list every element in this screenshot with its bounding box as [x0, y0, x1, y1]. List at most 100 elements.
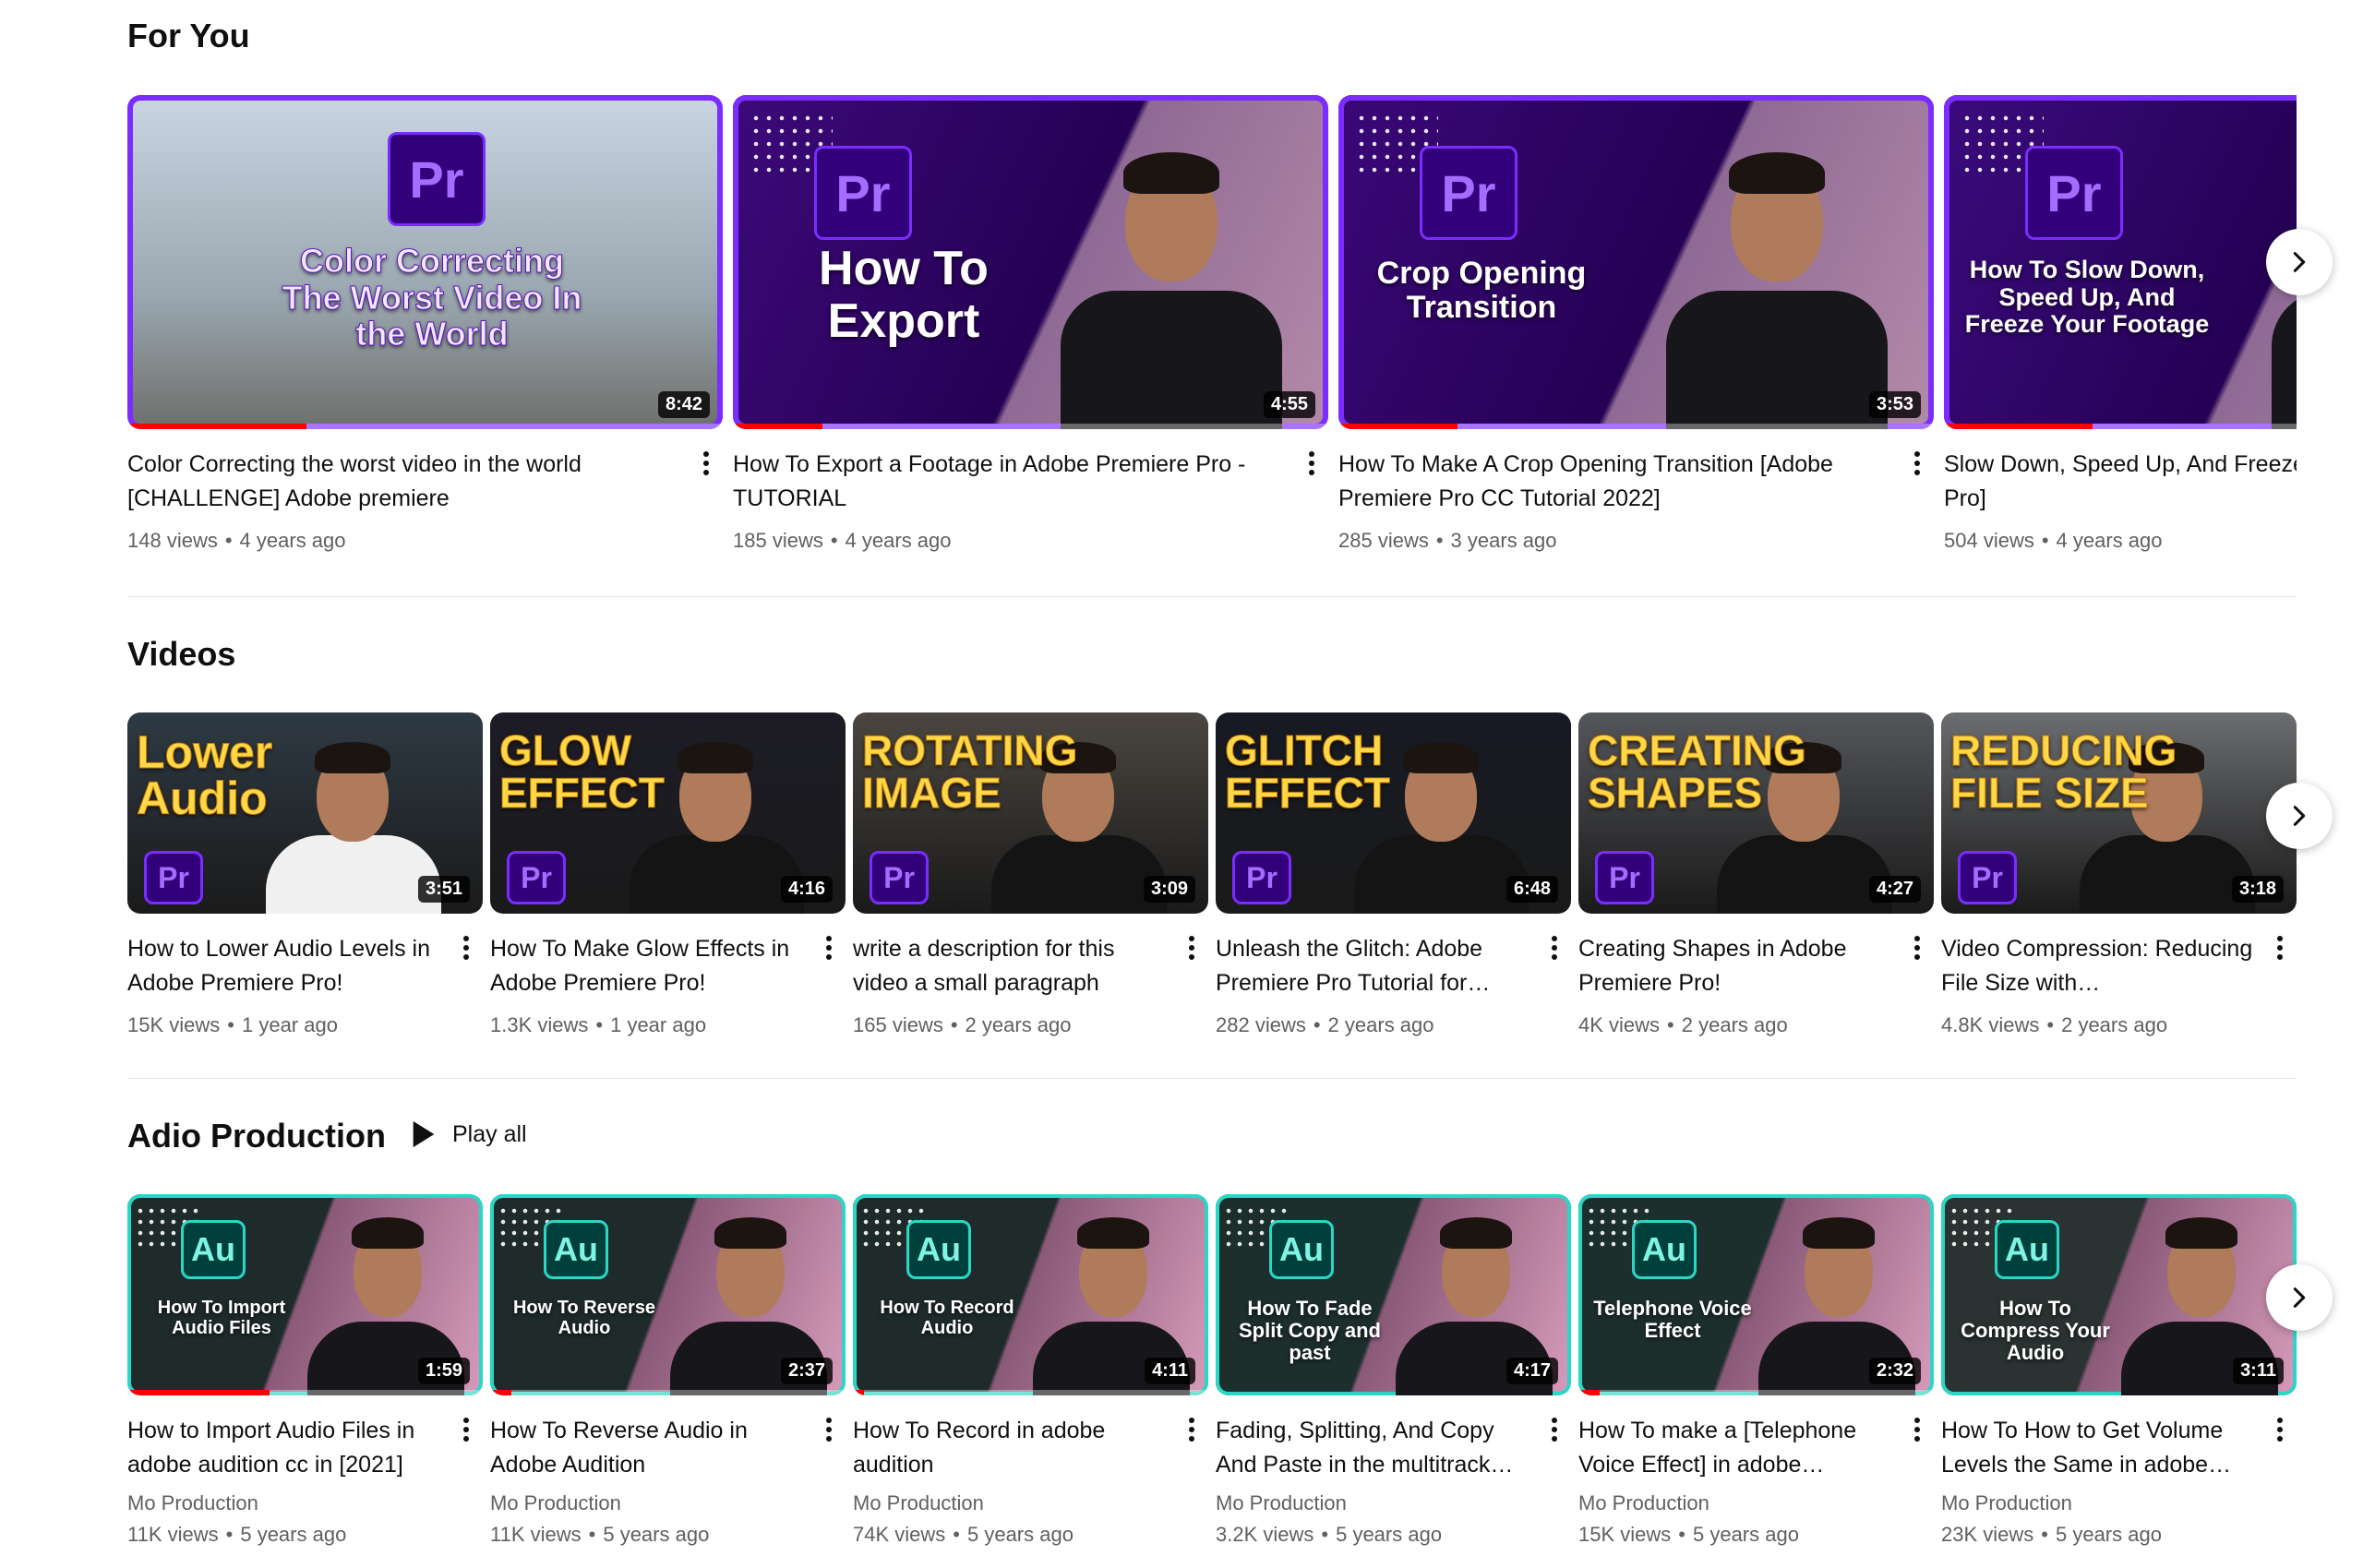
upload-age: 5 years ago	[1336, 1523, 1443, 1546]
video-thumbnail[interactable]: Au How To Import Audio Files 1:59	[127, 1194, 483, 1395]
video-card[interactable]: Au How To Record Audio 4:11 How To Record i…	[853, 1194, 1208, 1568]
upload-age: 5 years ago	[603, 1523, 710, 1546]
video-card[interactable]: Au How To Fade Split Copy and past 4:17 Fad…	[1216, 1194, 1571, 1568]
video-thumbnail[interactable]: GLITCH EFFECT Pr 6:48	[1216, 712, 1571, 914]
video-card[interactable]: GLITCH EFFECT Pr 6:48 Unleash the Glitch: A…	[1216, 712, 1571, 1082]
video-card[interactable]: Au How To Import Audio Files 1:59 How to Im…	[127, 1194, 483, 1568]
video-title[interactable]: How To Reverse Audio in Adobe Audition	[490, 1414, 809, 1482]
video-thumbnail[interactable]: Au How To Fade Split Copy and past 4:17	[1216, 1194, 1571, 1395]
video-thumbnail[interactable]: GLOW EFFECT Pr 4:16	[490, 712, 846, 914]
video-thumbnail[interactable]: ROTATING IMAGE Pr 3:09	[853, 712, 1208, 914]
video-thumbnail[interactable]: Au Telephone Voice Effect 2:32	[1578, 1194, 1934, 1395]
video-card[interactable]: REDUCING FILE SIZE Pr 3:18 Video Compressio…	[1941, 712, 2297, 1082]
more-vert-icon[interactable]	[1545, 1414, 1564, 1447]
video-title[interactable]: Fading, Splitting, And Copy And Paste in…	[1216, 1414, 1534, 1482]
video-title[interactable]: How To Record in adobe audition	[853, 1414, 1171, 1482]
channel-name[interactable]: Mo Production	[1216, 1491, 1534, 1515]
more-vert-icon[interactable]	[1182, 932, 1201, 965]
thumbnail-caption: How To Reverse Audio	[512, 1298, 656, 1338]
shelf-next-button[interactable]	[2266, 783, 2333, 849]
video-thumbnail[interactable]: REDUCING FILE SIZE Pr 3:18	[1941, 712, 2297, 914]
thumbnail-caption: GLITCH EFFECT	[1225, 726, 1391, 817]
video-thumbnail[interactable]: Au How To Reverse Audio 2:37	[490, 1194, 846, 1395]
video-title[interactable]: How To How to Get Volume Levels the Same…	[1941, 1414, 2260, 1482]
video-title[interactable]: Video Compression: Reducing File Size wi…	[1941, 932, 2260, 1000]
video-title[interactable]: Color Correcting the worst video in the …	[127, 448, 686, 516]
video-title[interactable]: How to Lower Audio Levels in Adobe Premi…	[127, 932, 446, 1000]
duration-badge: 4:17	[1505, 1358, 1558, 1384]
more-vert-icon[interactable]	[1302, 448, 1321, 481]
section-title: For You	[127, 17, 250, 54]
video-card[interactable]: Au How To Compress Your Audio 3:11 How To H…	[1941, 1194, 2297, 1568]
video-thumbnail[interactable]: Pr Crop Opening Transition 3:53	[1338, 95, 1934, 429]
shelf-next-button[interactable]	[2266, 1264, 2333, 1331]
shelf-next-button[interactable]	[2266, 229, 2333, 295]
view-count: 3.2K views	[1216, 1523, 1314, 1546]
video-card[interactable]: Pr How To Export 4:55 How To Export a Foota…	[733, 95, 1328, 575]
more-vert-icon[interactable]	[1908, 448, 1926, 481]
presenter-hair	[1729, 152, 1825, 194]
channel-name[interactable]: Mo Production	[853, 1491, 1171, 1515]
video-thumbnail[interactable]: CREATING SHAPES Pr 4:27	[1578, 712, 1934, 914]
premiere-logo-icon: Pr	[2025, 146, 2123, 240]
stats-separator: •	[830, 529, 838, 552]
channel-name[interactable]: Mo Production	[490, 1491, 809, 1515]
stats-separator: •	[950, 1013, 958, 1036]
more-vert-icon[interactable]	[1182, 1414, 1201, 1447]
more-vert-icon[interactable]	[457, 932, 475, 965]
upload-age: 2 years ago	[2061, 1013, 2168, 1036]
view-count: 23K views	[1941, 1523, 2034, 1546]
channel-name[interactable]: Mo Production	[127, 1491, 446, 1515]
video-title[interactable]: How to Import Audio Files in adobe audit…	[127, 1414, 446, 1482]
more-vert-icon[interactable]	[2271, 1414, 2289, 1447]
stats-separator: •	[1667, 1013, 1674, 1036]
video-title[interactable]: write a description for this video a sma…	[853, 932, 1171, 1000]
video-thumbnail[interactable]: Au How To Compress Your Audio 3:11	[1941, 1194, 2297, 1395]
video-card[interactable]: Lower Audio Pr 3:51 How to Lower Audio Leve…	[127, 712, 483, 1082]
video-card[interactable]: Pr Crop Opening Transition 3:53 How To Make…	[1338, 95, 1934, 575]
video-meta: Video Compression: Reducing File Size wi…	[1941, 932, 2297, 1037]
video-thumbnail[interactable]: Au How To Record Audio 4:11	[853, 1194, 1208, 1395]
stats-separator: •	[2041, 1523, 2048, 1546]
more-vert-icon[interactable]	[1908, 932, 1926, 965]
video-card[interactable]: Pr Color Correcting The Worst Video In th…	[127, 95, 723, 575]
premiere-logo-icon: Pr	[870, 851, 929, 904]
more-vert-icon[interactable]	[697, 448, 715, 481]
more-vert-icon[interactable]	[457, 1414, 475, 1447]
dot	[703, 461, 709, 466]
video-card[interactable]: Pr How To Slow Down, Speed Up, And Freeze…	[1944, 95, 2297, 575]
video-card[interactable]: ROTATING IMAGE Pr 3:09 write a description …	[853, 712, 1208, 1082]
play-all-button[interactable]: Play all	[410, 1119, 527, 1150]
presenter-body	[1666, 291, 1888, 429]
video-meta: How To Reverse Audio in Adobe Audition Mo…	[490, 1414, 846, 1547]
video-thumbnail[interactable]: Pr How To Slow Down, Speed Up, And Freeze…	[1944, 95, 2297, 429]
more-vert-icon[interactable]	[820, 932, 838, 965]
video-title[interactable]: How To make a [Telephone Voice Effect] i…	[1578, 1414, 1897, 1482]
video-thumbnail[interactable]: Lower Audio Pr 3:51	[127, 712, 483, 914]
video-card[interactable]: CREATING SHAPES Pr 4:27 Creating Shapes in …	[1578, 712, 1934, 1082]
video-card[interactable]: Au How To Reverse Audio 2:37 How To Reverse…	[490, 1194, 846, 1568]
stats-separator: •	[1321, 1523, 1329, 1546]
video-title[interactable]: How To Make Glow Effects in Adobe Premie…	[490, 932, 809, 1000]
duration-badge: 4:55	[1263, 391, 1315, 418]
dot	[1914, 945, 1920, 951]
video-stats: 15K views • 5 years ago	[1578, 1523, 1897, 1547]
video-title[interactable]: Unleash the Glitch: Adobe Premiere Pro T…	[1216, 932, 1534, 1000]
more-vert-icon[interactable]	[1908, 1414, 1926, 1447]
dot	[1552, 1418, 1557, 1423]
video-thumbnail[interactable]: Pr How To Export 4:55	[733, 95, 1328, 429]
channel-name[interactable]: Mo Production	[1578, 1491, 1897, 1515]
more-vert-icon[interactable]	[1545, 932, 1564, 965]
video-thumbnail[interactable]: Pr Color Correcting The Worst Video In th…	[127, 95, 723, 429]
more-vert-icon[interactable]	[2271, 932, 2289, 965]
video-title[interactable]: How To Export a Footage in Adobe Premier…	[733, 448, 1291, 516]
audition-logo-icon: Au	[181, 1220, 246, 1279]
video-title[interactable]: How To Make A Crop Opening Transition [A…	[1338, 448, 1897, 516]
more-vert-icon[interactable]	[820, 1414, 838, 1447]
video-card[interactable]: Au Telephone Voice Effect 2:32 How To make …	[1578, 1194, 1934, 1568]
video-card[interactable]: GLOW EFFECT Pr 4:16 How To Make Glow Effect…	[490, 712, 846, 1082]
video-title[interactable]: Creating Shapes in Adobe Premiere Pro!	[1578, 932, 1897, 1000]
channel-name[interactable]: Mo Production	[1941, 1491, 2260, 1515]
dot	[463, 1436, 469, 1442]
video-title[interactable]: Slow Down, Speed Up, And Freeze [Adobe P…	[1944, 448, 2297, 516]
